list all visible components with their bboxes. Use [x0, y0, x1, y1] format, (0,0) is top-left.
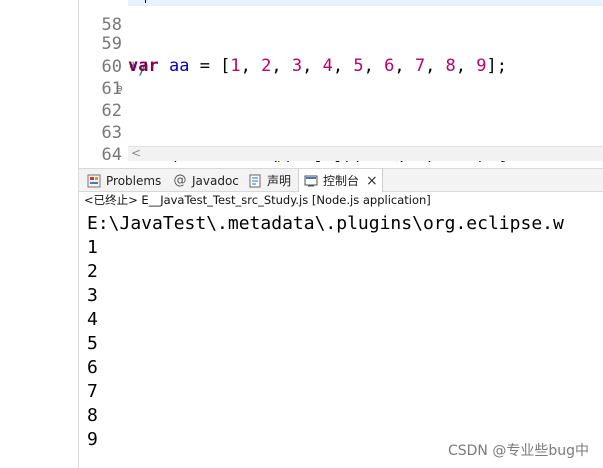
- javadoc-icon: @: [173, 173, 187, 188]
- tab-javadoc[interactable]: @ Javadoc: [173, 169, 239, 192]
- console-line: 3: [87, 285, 98, 306]
- problems-icon: [87, 174, 101, 188]
- console-line: 9: [87, 429, 98, 450]
- console-icon: [304, 174, 318, 188]
- console-line: 5: [87, 333, 98, 354]
- code-line-63[interactable]: 63 console.log(aa[i]);: [79, 100, 603, 162]
- tab-label: Problems: [106, 173, 162, 188]
- console-process-title: <已终止> E__JavaTest_Test_src_Study.js [Nod…: [84, 193, 431, 207]
- code-line-62[interactable]: 62 ⊖ for (var i = 0; i < aa.length; i++)…: [79, 78, 603, 162]
- console-line: 1: [87, 237, 98, 258]
- tab-problems[interactable]: Problems: [87, 169, 161, 192]
- console-line: 4: [87, 309, 98, 330]
- close-icon[interactable]: ×: [366, 174, 378, 188]
- scroll-left-icon[interactable]: <: [131, 146, 141, 160]
- tab-label: 声明: [267, 174, 292, 188]
- line-number: 64: [101, 145, 122, 162]
- horizontal-scrollbar[interactable]: <: [128, 146, 603, 161]
- tab-console[interactable]: 控制台 ×: [298, 169, 383, 192]
- code-line-61: 61: [79, 56, 603, 99]
- console-line: E:\JavaTest\.metadata\.plugins\org.eclip…: [87, 213, 564, 234]
- declaration-icon: [248, 174, 262, 188]
- code-line-64[interactable]: 64 }: [79, 122, 603, 162]
- watermark: CSDN @专业些bug中: [447, 443, 589, 459]
- tab-label: Javadoc: [192, 173, 239, 188]
- left-margin: [0, 0, 79, 468]
- text-cursor: [145, 0, 146, 3]
- console-line: 8: [87, 405, 98, 426]
- fold-toggle-icon[interactable]: ⊖: [116, 78, 123, 100]
- console-line: 7: [87, 381, 98, 402]
- code-editor[interactable]: 58 */ 59 var aa = [1, 2, 3, 4, 5, 6, 7, …: [79, 0, 603, 162]
- console-line: 6: [87, 357, 98, 378]
- current-line-highlight: [128, 0, 603, 6]
- view-tab-bar: Problems @ Javadoc 声明 控制台 ×: [79, 168, 603, 192]
- code-line-59[interactable]: 59 var aa = [1, 2, 3, 4, 5, 6, 7, 8, 9];: [79, 11, 603, 76]
- tab-declaration[interactable]: 声明: [248, 169, 291, 192]
- console-output[interactable]: E:\JavaTest\.metadata\.plugins\org.eclip…: [79, 209, 603, 468]
- tab-label: 控制台: [323, 174, 360, 188]
- console-line: 2: [87, 261, 98, 282]
- code-line-60: 60: [79, 34, 603, 77]
